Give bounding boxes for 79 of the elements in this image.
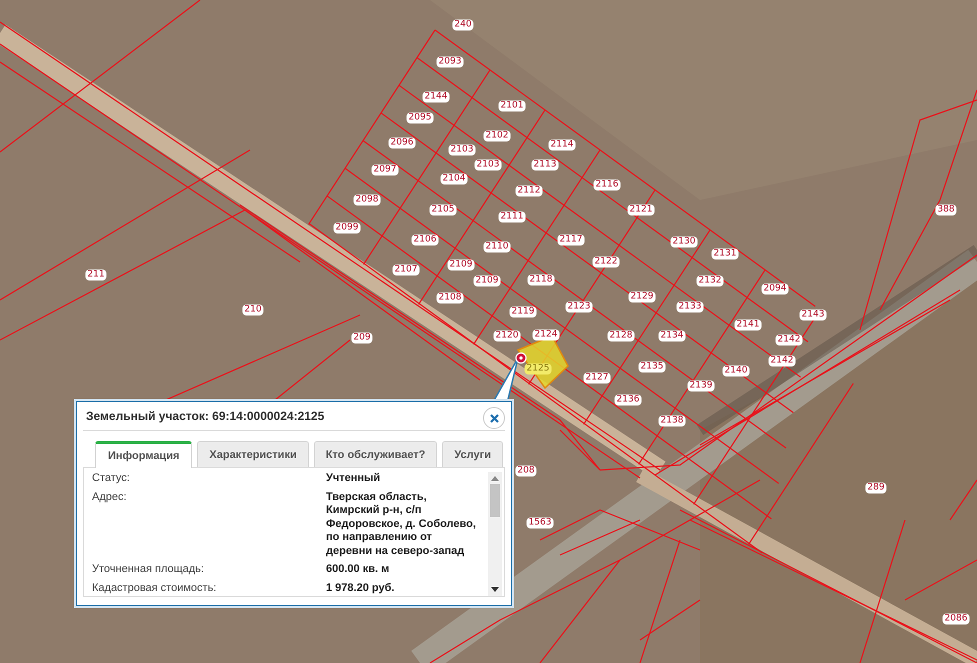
parcel-number-label[interactable]: 2142 [768, 356, 796, 366]
parcel-number-label[interactable]: 2132 [696, 276, 724, 286]
parcel-number-label[interactable]: 2119 [510, 306, 536, 318]
parcel-number-label[interactable]: 2139 [688, 380, 714, 392]
scrollbar-thumb[interactable] [490, 484, 500, 517]
field-value: 600.00 кв. м [326, 563, 390, 576]
field-value: 1 978.20 руб. [326, 582, 396, 595]
parcel-number-label[interactable]: 211 [85, 270, 107, 280]
parcel-number-label[interactable]: 2138 [658, 416, 686, 426]
parcel-number-label[interactable]: 2097 [372, 164, 398, 176]
parcel-number-label[interactable]: 2133 [676, 302, 704, 312]
popup-title: Земельный участок: 69:14:0000024:2125 [86, 409, 324, 423]
parcel-number-label[interactable]: 2103 [448, 144, 476, 156]
parcel-number-label[interactable]: 2128 [608, 330, 634, 342]
field-label: Адрес: [92, 490, 128, 504]
parcel-number-label[interactable]: 2112 [516, 186, 542, 196]
parcel-number-label[interactable]: 2135 [638, 362, 666, 372]
parcel-number-label[interactable]: 2105 [430, 204, 456, 216]
parcel-number-label[interactable]: 2109 [474, 276, 500, 286]
parcel-number-label[interactable]: 240 [452, 20, 474, 30]
parcel-number-label[interactable]: 2123 [566, 302, 592, 312]
parcel-number-label[interactable]: 2086 [942, 614, 970, 624]
parcel-number-label[interactable]: 2094 [762, 284, 788, 294]
parcel-number-label[interactable]: 2120 [494, 330, 520, 342]
tab[interactable]: Услуги [442, 441, 503, 467]
parcel-number-label[interactable]: 2143 [800, 310, 826, 320]
parcel-number-label[interactable]: 209 [351, 332, 373, 344]
parcel-number-label[interactable]: 2099 [334, 222, 360, 234]
close-button[interactable] [483, 407, 505, 429]
parcel-number-label[interactable]: 2136 [614, 394, 642, 406]
parcel-number-label[interactable]: 2095 [406, 112, 434, 124]
parcel-number-label[interactable]: 289 [865, 482, 887, 494]
parcel-number-label[interactable]: 208 [515, 466, 537, 476]
scroll-down-icon[interactable] [491, 587, 499, 592]
parcel-number-label[interactable]: 2130 [670, 236, 698, 248]
parcel-number-label[interactable]: 2140 [722, 366, 750, 376]
field-label: Кадастровая стоимость: [92, 582, 218, 595]
parcel-number-label[interactable]: 2103 [474, 160, 502, 170]
parcel-number-label[interactable]: 1563 [526, 518, 554, 528]
parcel-number-label[interactable]: 2109 [448, 260, 474, 270]
scroll-up-icon[interactable] [491, 476, 499, 481]
parcel-number-label[interactable]: 210 [242, 304, 264, 316]
parcel-number-label[interactable]: 2114 [548, 140, 576, 150]
parcel-number-label[interactable]: 2093 [436, 56, 464, 68]
parcel-number-label[interactable]: 2121 [628, 204, 654, 216]
parcel-number-label[interactable]: 2101 [498, 100, 526, 112]
parcel-number-label[interactable]: 2129 [628, 292, 656, 302]
field-label: Статус: [92, 472, 131, 486]
parcel-number-label[interactable]: 2122 [592, 256, 620, 268]
parcel-number-label[interactable]: 2127 [584, 372, 610, 384]
parcel-number-label[interactable]: 2124 [532, 330, 560, 340]
tab[interactable]: Информация [95, 441, 192, 468]
close-icon [490, 414, 498, 422]
field-value: Тверская область, Кимрский р-н, с/п Федоровское, д. Соболево, по направлению от деревни на северо-запад [326, 490, 476, 558]
parcel-number-label[interactable]: 2102 [484, 130, 510, 142]
parcel-number-label[interactable]: 2131 [712, 248, 738, 260]
parcel-number-label[interactable]: 388 [935, 204, 957, 216]
parcel-number-label[interactable]: 2142 [776, 334, 802, 346]
parcel-number-label[interactable]: 2104 [440, 174, 468, 184]
tab[interactable]: Характеристики [197, 441, 309, 467]
parcel-number-label[interactable]: 2107 [392, 264, 420, 276]
parcel-number-label[interactable]: 2111 [498, 212, 526, 222]
parcel-number-label[interactable]: 2096 [388, 138, 416, 148]
field-label: Уточненная площадь: [92, 563, 205, 576]
parcel-number-label[interactable]: 2116 [594, 180, 620, 190]
parcel-number-label[interactable]: 2110 [484, 242, 510, 252]
parcel-number-label[interactable]: 2118 [528, 274, 554, 286]
map-marker-icon [515, 352, 527, 364]
parcel-number-label[interactable]: 2113 [532, 160, 558, 170]
field-value: Учтенный [326, 472, 382, 486]
parcel-number-label[interactable]: 2141 [734, 320, 762, 330]
parcel-number-label[interactable]: 2108 [436, 292, 464, 304]
scrollbar[interactable] [488, 472, 502, 596]
tab[interactable]: Кто обслуживает? [314, 441, 438, 467]
parcel-number-label[interactable]: 2117 [558, 234, 584, 246]
parcel-number-label[interactable]: 2098 [354, 194, 380, 206]
parcel-number-label[interactable]: 2134 [658, 330, 686, 342]
parcel-number-label[interactable]: 2106 [412, 234, 438, 246]
parcel-number-label[interactable]: 2144 [422, 92, 450, 102]
